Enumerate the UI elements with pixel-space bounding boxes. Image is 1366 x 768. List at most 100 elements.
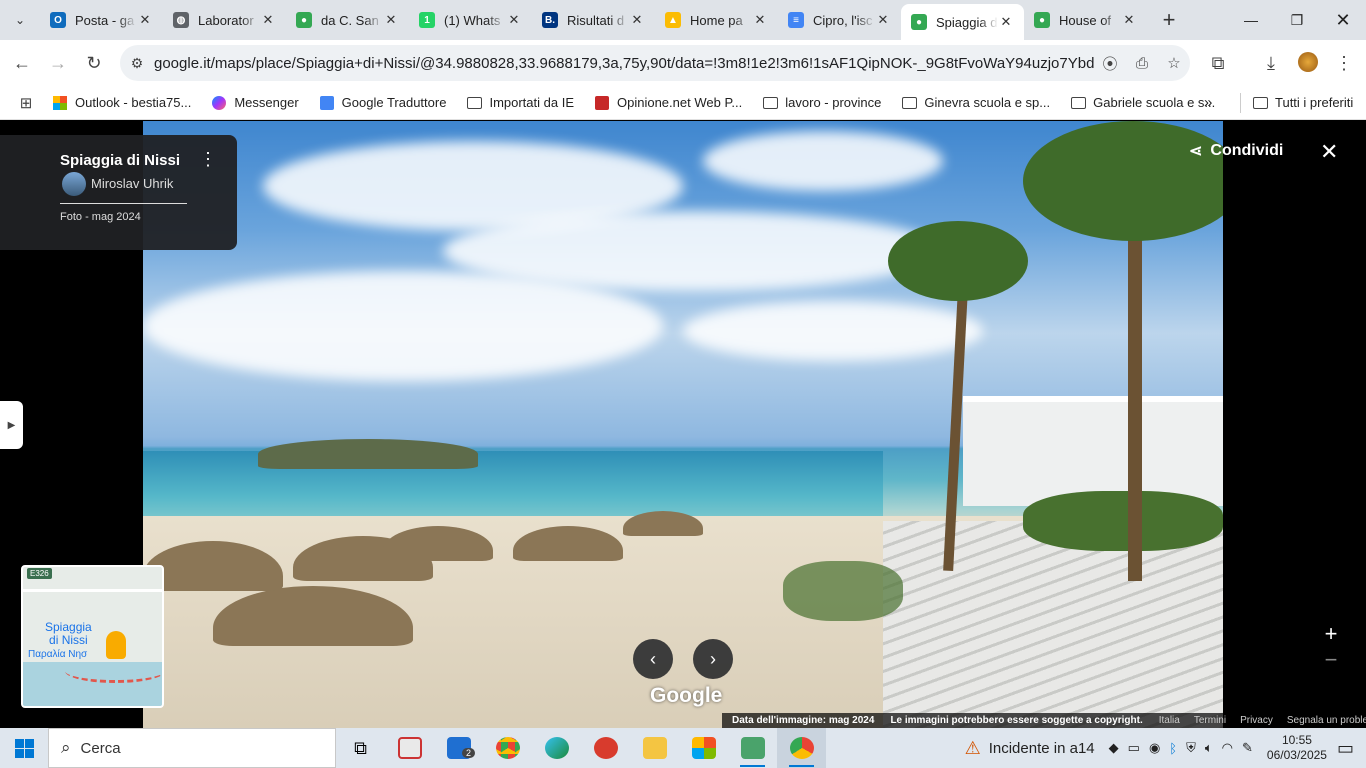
new-tab-button[interactable]: +: [1155, 6, 1183, 34]
edge-icon[interactable]: [532, 728, 581, 768]
minimap[interactable]: E326 Spiaggia di Nissi Παραλία Νησ: [21, 565, 164, 708]
close-tab-icon[interactable]: ✕: [875, 12, 891, 28]
bookmark-label: Ginevra scuola e sp...: [924, 95, 1051, 110]
downloads-icon[interactable]: ⤓: [1253, 45, 1289, 81]
zoom-out-button[interactable]: −: [1318, 647, 1344, 673]
maximize-button[interactable]: ❐: [1274, 0, 1320, 40]
bookmark-item[interactable]: Messenger: [211, 95, 299, 110]
security-icon[interactable]: ⛨: [1186, 740, 1196, 756]
file-explorer-icon[interactable]: [630, 728, 679, 768]
bookmark-item[interactable]: Gabriele scuola e s...: [1070, 95, 1215, 110]
action-center-icon[interactable]: ▭: [1337, 738, 1354, 759]
bookmark-item[interactable]: Outlook - bestia75...: [52, 95, 191, 110]
traffic-alert-icon[interactable]: ⚠: [965, 738, 981, 759]
photo-date: Foto - mag 2024: [60, 211, 141, 223]
beach-photo[interactable]: [143, 121, 1223, 728]
beach-bar-building: [963, 396, 1223, 506]
extensions-icon[interactable]: ⧉: [1200, 45, 1236, 81]
browser-tab[interactable]: ● da C. San ✕: [286, 0, 409, 40]
close-tab-icon[interactable]: ✕: [998, 14, 1014, 30]
clock-date: 06/03/2025: [1266, 748, 1327, 762]
camera-icon[interactable]: ◉: [1149, 740, 1160, 756]
expand-panel-button[interactable]: ▶: [0, 401, 23, 449]
bookmark-item[interactable]: lavoro - province: [762, 95, 881, 110]
terms-link[interactable]: Termini: [1194, 715, 1226, 726]
store-icon[interactable]: [679, 728, 728, 768]
app-icon-media[interactable]: [385, 728, 434, 768]
browser-tab[interactable]: B. Risultati d ✕: [532, 0, 655, 40]
volume-icon[interactable]: 🔈︎: [1205, 740, 1213, 756]
app-icon-red[interactable]: [581, 728, 630, 768]
share-button[interactable]: ⋖ Condividi: [1189, 141, 1283, 161]
author-name[interactable]: Miroslav Uhrik: [91, 176, 173, 191]
close-tab-icon[interactable]: ✕: [383, 12, 399, 28]
next-photo-button[interactable]: ›: [693, 639, 733, 679]
all-bookmarks-label: Tutti i preferiti: [1275, 95, 1354, 110]
task-view-icon[interactable]: ⧉: [336, 728, 385, 768]
mail-icon[interactable]: 2: [434, 728, 483, 768]
zoom-in-button[interactable]: +: [1318, 621, 1344, 647]
chrome-icon[interactable]: [483, 728, 532, 768]
privacy-link[interactable]: Privacy: [1240, 715, 1273, 726]
wifi-icon[interactable]: ◠: [1222, 740, 1233, 756]
browser-tab[interactable]: O Posta - ga ✕: [40, 0, 163, 40]
bookmark-item[interactable]: Importati da IE: [466, 95, 574, 110]
profile-avatar[interactable]: [1298, 52, 1318, 72]
back-button[interactable]: ←: [4, 45, 40, 81]
battery-icon[interactable]: ▭: [1128, 740, 1140, 756]
bookmark-item[interactable]: Google Traduttore: [319, 95, 446, 110]
close-tab-icon[interactable]: ✕: [752, 12, 768, 28]
address-bar[interactable]: ⚙ google.it/maps/place/Spiaggia+di+Nissi…: [120, 45, 1190, 81]
start-button[interactable]: [0, 728, 48, 768]
location-icon[interactable]: ⦿: [1094, 53, 1126, 74]
bookmark-star-icon[interactable]: ☆: [1158, 54, 1190, 72]
previous-photo-button[interactable]: ‹: [633, 639, 673, 679]
taskbar-search[interactable]: ⌕ Cerca: [48, 728, 336, 768]
chrome-active-icon[interactable]: [777, 728, 826, 768]
tray-app-icon[interactable]: ◆: [1109, 740, 1119, 756]
pen-icon[interactable]: ✎: [1242, 740, 1253, 756]
close-viewer-icon[interactable]: ✕: [1320, 139, 1338, 165]
browser-tab[interactable]: ● Spiaggia d ✕: [901, 4, 1024, 40]
all-bookmarks-folder[interactable]: Tutti i preferiti: [1252, 95, 1353, 110]
minimize-button[interactable]: —: [1228, 0, 1274, 40]
url-text[interactable]: google.it/maps/place/Spiaggia+di+Nissi/@…: [154, 55, 1094, 72]
app-icon-spreadsheet[interactable]: [728, 728, 777, 768]
maps-pin-icon: ●: [296, 12, 312, 28]
place-title[interactable]: Spiaggia di Nissi: [60, 152, 180, 169]
menu-icon[interactable]: ⋮: [1326, 45, 1362, 81]
tab-title: (1) Whats: [444, 12, 501, 28]
more-options-icon[interactable]: ⋮: [199, 150, 217, 168]
bookmark-item[interactable]: Ginevra scuola e sp...: [901, 95, 1050, 110]
bookmark-label: lavoro - province: [785, 95, 882, 110]
browser-tab[interactable]: ≡ Cipro, l'isc ✕: [778, 0, 901, 40]
apps-grid-icon[interactable]: ⊞: [0, 85, 52, 121]
microsoft-icon: [52, 95, 68, 110]
reload-button[interactable]: ↻: [76, 45, 112, 81]
report-problem-link[interactable]: Segnala un problema: [1287, 715, 1366, 726]
browser-tab[interactable]: ● House of ✕: [1024, 0, 1147, 40]
site-info-icon[interactable]: ⚙: [120, 55, 154, 72]
tab-search-button[interactable]: ⌄: [6, 6, 34, 34]
pegman-icon[interactable]: [106, 631, 126, 659]
close-tab-icon[interactable]: ✕: [1121, 12, 1137, 28]
clock[interactable]: 10:55 06/03/2025: [1267, 733, 1327, 763]
photo-info-card: Spiaggia di Nissi ⋮ Miroslav Uhrik Foto …: [0, 135, 237, 250]
browser-tab[interactable]: ◍ Laborator ✕: [163, 0, 286, 40]
close-tab-icon[interactable]: ✕: [137, 12, 153, 28]
close-window-button[interactable]: ✕: [1320, 0, 1366, 40]
country-link[interactable]: Italia: [1159, 715, 1180, 726]
close-tab-icon[interactable]: ✕: [629, 12, 645, 28]
bookmarks-divider: [1240, 92, 1241, 113]
more-bookmarks-icon[interactable]: »: [1204, 94, 1212, 111]
close-tab-icon[interactable]: ✕: [260, 12, 276, 28]
bookmark-item[interactable]: Opinione.net Web P...: [594, 95, 742, 110]
close-tab-icon[interactable]: ✕: [506, 12, 522, 28]
browser-tab[interactable]: ▲ Home pa ✕: [655, 0, 778, 40]
install-app-icon[interactable]: ⎙: [1126, 55, 1158, 72]
author-avatar[interactable]: [62, 172, 86, 196]
notification-text[interactable]: Incidente in a14: [989, 740, 1095, 757]
forward-button[interactable]: →: [40, 45, 76, 81]
browser-tab[interactable]: 1 (1) Whats ✕: [409, 0, 532, 40]
bluetooth-icon[interactable]: ᛒ: [1169, 741, 1177, 756]
